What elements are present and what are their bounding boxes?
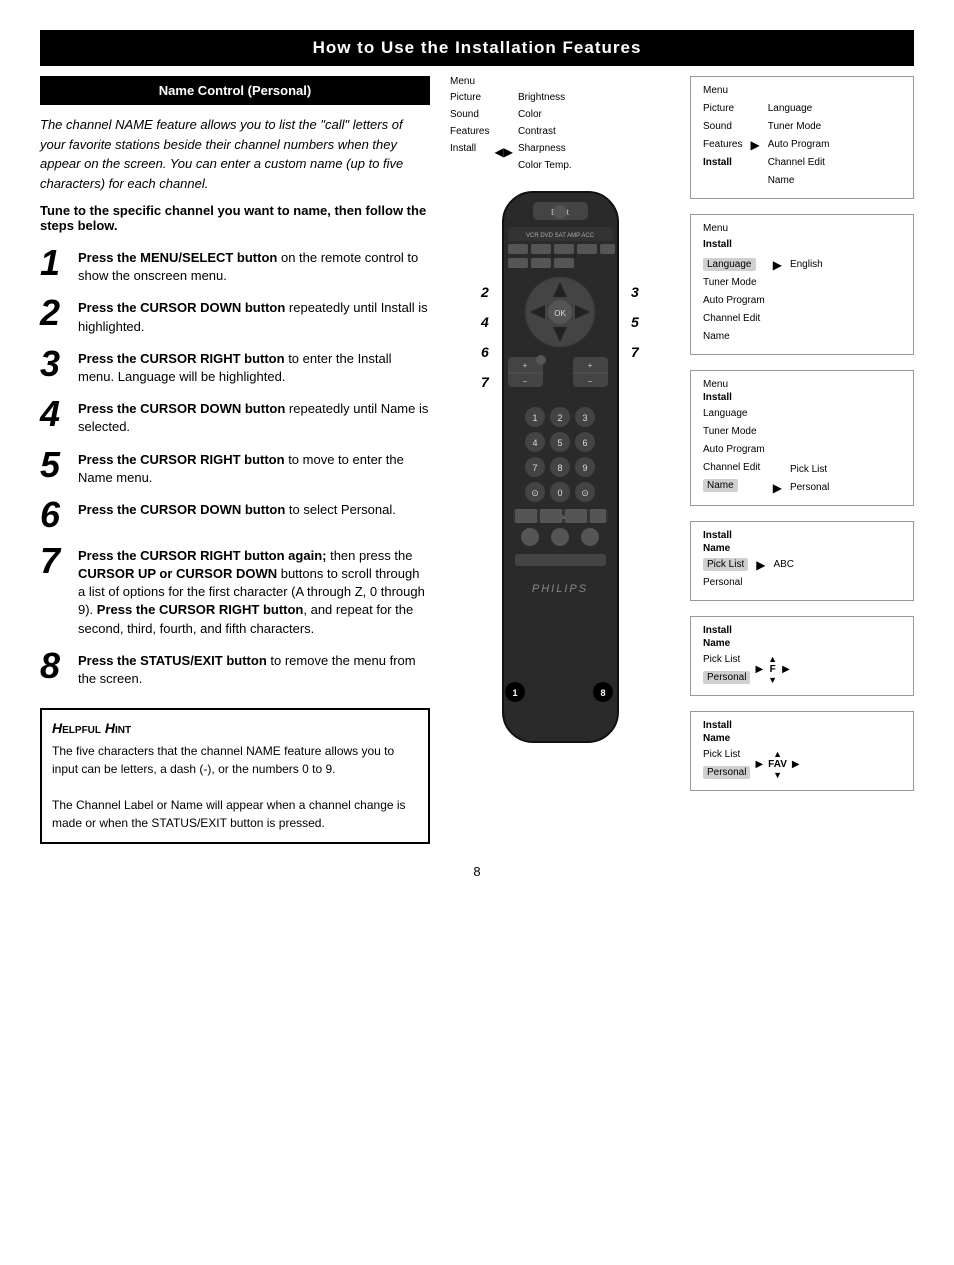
step-8-text: Press the STATUS/EXIT button to remove t… xyxy=(78,648,430,688)
hint-title: Helpful Hint xyxy=(52,720,418,736)
svg-text:−: − xyxy=(522,377,527,386)
screen-diagram-1: Menu PictureSoundFeaturesInstall ▶ Langu… xyxy=(690,76,914,199)
svg-text:1: 1 xyxy=(532,413,537,423)
svg-text:7: 7 xyxy=(631,344,640,360)
page-wrapper: How to Use the Installation Features Nam… xyxy=(0,30,954,889)
top-menu-diagram: Menu PictureSoundFeaturesInstall ◀▶ Brig… xyxy=(450,76,572,174)
svg-text:2: 2 xyxy=(480,284,489,300)
svg-text:−: − xyxy=(587,377,592,386)
step-1-number: 1 xyxy=(40,245,68,281)
page-header: How to Use the Installation Features xyxy=(40,30,914,66)
step-4: 4 Press the CURSOR DOWN button repeatedl… xyxy=(40,396,430,436)
svg-text:4: 4 xyxy=(480,314,489,330)
svg-text:VCR DVD SAT AMP ACC: VCR DVD SAT AMP ACC xyxy=(525,233,594,239)
svg-text:4: 4 xyxy=(532,438,537,448)
screen-diagram-2: Menu Install LanguageTuner ModeAuto Prog… xyxy=(690,214,914,355)
svg-text:5: 5 xyxy=(631,314,639,330)
step-8: 8 Press the STATUS/EXIT button to remove… xyxy=(40,648,430,688)
middle-column: Menu PictureSoundFeaturesInstall ◀▶ Brig… xyxy=(450,76,670,844)
svg-text:⊙: ⊙ xyxy=(531,488,539,498)
svg-text:7: 7 xyxy=(532,463,537,473)
svg-text:6: 6 xyxy=(481,344,489,360)
svg-text:7: 7 xyxy=(481,374,490,390)
svg-text:3: 3 xyxy=(631,284,639,300)
step-1-text: Press the MENU/SELECT button on the remo… xyxy=(78,245,430,285)
steps-list: 1 Press the MENU/SELECT button on the re… xyxy=(40,245,430,688)
svg-text:⊙: ⊙ xyxy=(581,488,589,498)
page-number: 8 xyxy=(0,864,954,889)
step-5: 5 Press the CURSOR RIGHT button to move … xyxy=(40,447,430,487)
step-3: 3 Press the CURSOR RIGHT button to enter… xyxy=(40,346,430,386)
section-title: Name Control (Personal) xyxy=(40,76,430,105)
svg-text:5: 5 xyxy=(557,438,562,448)
step-7-number: 7 xyxy=(40,543,68,579)
step-5-number: 5 xyxy=(40,447,68,483)
step-7-text: Press the CURSOR RIGHT button again; the… xyxy=(78,543,430,638)
svg-text:6: 6 xyxy=(582,438,587,448)
step-3-text: Press the CURSOR RIGHT button to enter t… xyxy=(78,346,430,386)
step-3-number: 3 xyxy=(40,346,68,382)
step-6: 6 Press the CURSOR DOWN button to select… xyxy=(40,497,430,533)
step-2-number: 2 xyxy=(40,295,68,331)
hint-box: Helpful Hint The five characters that th… xyxy=(40,708,430,844)
svg-text:8: 8 xyxy=(557,463,562,473)
step-6-text: Press the CURSOR DOWN button to select P… xyxy=(78,497,396,519)
svg-text:3: 3 xyxy=(582,413,587,423)
svg-text:OK: OK xyxy=(554,309,566,318)
screen-diagram-3: Menu Install LanguageTuner ModeAuto Prog… xyxy=(690,370,914,506)
step-1: 1 Press the MENU/SELECT button on the re… xyxy=(40,245,430,285)
left-column: Name Control (Personal) The channel NAME… xyxy=(40,76,430,844)
svg-text:+: + xyxy=(522,361,527,370)
screen-diagram-4: Install Name Pick ListPersonal ▶ ABC xyxy=(690,521,914,601)
header-title: How to Use the Installation Features xyxy=(313,38,642,57)
screen-diagram-6: Install Name Pick ListPersonal ▶ ▲ FAV ▼… xyxy=(690,711,914,791)
hint-text: The five characters that the channel NAM… xyxy=(52,742,418,832)
step-7: 7 Press the CURSOR RIGHT button again; t… xyxy=(40,543,430,638)
remote-control-svg: Eject VCR DVD SAT AMP ACC xyxy=(473,182,648,762)
step-2: 2 Press the CURSOR DOWN button repeatedl… xyxy=(40,295,430,335)
svg-text:2: 2 xyxy=(557,413,562,423)
svg-text:8: 8 xyxy=(600,688,605,698)
svg-text:1: 1 xyxy=(512,688,517,698)
right-column: Menu PictureSoundFeaturesInstall ▶ Langu… xyxy=(690,76,914,844)
intro-text: The channel NAME feature allows you to l… xyxy=(40,115,430,193)
step-6-number: 6 xyxy=(40,497,68,533)
step-5-text: Press the CURSOR RIGHT button to move to… xyxy=(78,447,430,487)
step-8-number: 8 xyxy=(40,648,68,684)
step-4-text: Press the CURSOR DOWN button repeatedly … xyxy=(78,396,430,436)
screen-diagram-5: Install Name Pick ListPersonal ▶ ▲ F ▼ ▶ xyxy=(690,616,914,696)
svg-text:0: 0 xyxy=(557,488,562,498)
svg-text:PHILIPS: PHILIPS xyxy=(531,583,587,595)
svg-text:+: + xyxy=(587,361,592,370)
svg-text:9: 9 xyxy=(582,463,587,473)
step-4-number: 4 xyxy=(40,396,68,432)
step-2-text: Press the CURSOR DOWN button repeatedly … xyxy=(78,295,430,335)
tune-instruction: Tune to the specific channel you want to… xyxy=(40,203,430,233)
